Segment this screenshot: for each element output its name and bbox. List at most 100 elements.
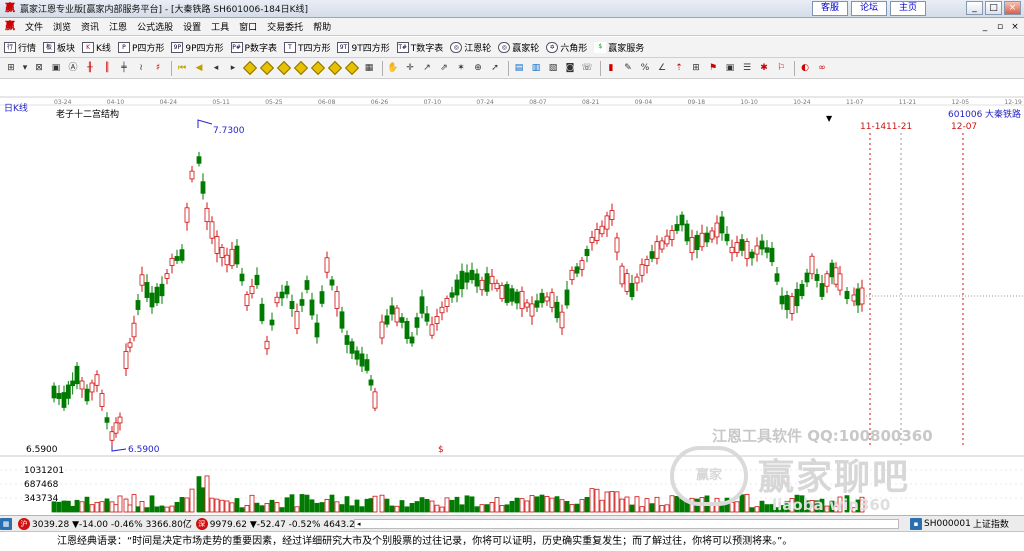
menu-gann[interactable]: 江恩 xyxy=(104,20,132,33)
volume-bar xyxy=(734,501,740,513)
percent-icon[interactable]: % xyxy=(638,61,652,75)
red-bar-icon[interactable]: ▮ xyxy=(604,61,618,75)
signal-icon[interactable]: ⚑ xyxy=(706,61,720,75)
toolbar-p-square[interactable]: P P四方形 xyxy=(117,41,164,54)
diamond-down-icon[interactable] xyxy=(259,60,275,76)
channel-tool-icon[interactable]: ⇗ xyxy=(437,61,451,75)
menu-formula-screen[interactable]: 公式选股 xyxy=(132,20,178,33)
current-index[interactable]: ▪ SH000001 上证指数 xyxy=(910,517,1009,530)
home-link[interactable]: 主页 xyxy=(890,1,926,16)
text-tool-icon[interactable]: Ⓐ xyxy=(66,61,80,75)
close-button[interactable]: × xyxy=(1004,1,1021,15)
save-icon[interactable]: ▥ xyxy=(529,61,543,75)
layout-icon[interactable]: ▣ xyxy=(723,61,737,75)
indicator-dropdown-icon[interactable]: ▼ xyxy=(826,114,833,123)
wave-tool-icon[interactable]: ≀ xyxy=(134,61,148,75)
volume-bar xyxy=(79,501,85,513)
grid2-icon[interactable]: ⊞ xyxy=(689,61,703,75)
customer-service-link[interactable]: 客服 xyxy=(812,1,848,16)
diamond-reset-icon[interactable] xyxy=(344,60,360,76)
sh-index-ticker[interactable]: 沪 3039.28 ▼-14.00 -0.46% 3366.80亿 xyxy=(18,517,192,530)
candle-body xyxy=(389,305,395,315)
list-icon[interactable]: ☰ xyxy=(740,61,754,75)
line-tool-icon[interactable]: ╪ xyxy=(117,61,131,75)
mdi-minimize-button[interactable]: _ xyxy=(978,20,992,34)
zoom-in-icon[interactable]: ▸ xyxy=(226,61,240,75)
toolbar-9p-square[interactable]: 9P 9P四方形 xyxy=(171,41,224,54)
candle-tool-icon[interactable]: ╫ xyxy=(83,61,97,75)
diamond-expand-icon[interactable] xyxy=(310,60,326,76)
toolbar-hexagon[interactable]: ✡ 六角形 xyxy=(546,41,587,54)
star-icon[interactable]: ✱ xyxy=(757,61,771,75)
toolbar-gann-wheel[interactable]: ◎ 江恩轮 xyxy=(450,41,491,54)
current-index-name: 上证指数 xyxy=(972,520,1009,530)
menu-tools[interactable]: 工具 xyxy=(206,20,234,33)
window-tool-icon[interactable]: ▣ xyxy=(49,61,63,75)
maximize-button[interactable]: □ xyxy=(985,1,1002,15)
volume-bar xyxy=(65,500,71,513)
menu-settings[interactable]: 设置 xyxy=(178,20,206,33)
grid-tool-icon[interactable]: ⊠ xyxy=(32,61,46,75)
menu-news[interactable]: 资讯 xyxy=(76,20,104,33)
diamond-shrink-icon[interactable] xyxy=(327,60,343,76)
indicator-label[interactable]: 老子十二宫结构 xyxy=(56,108,119,120)
menu-window[interactable]: 窗口 xyxy=(234,20,262,33)
diamond-up-icon[interactable] xyxy=(242,60,258,76)
toolbar-winner-service[interactable]: $ 赢家服务 xyxy=(594,41,644,54)
menu-help[interactable]: 帮助 xyxy=(308,20,336,33)
toolbar-kline[interactable]: K K线 xyxy=(82,41,111,54)
cycle-tool-icon[interactable]: ⊕ xyxy=(471,61,485,75)
volume-bar xyxy=(749,507,755,513)
status-scrollbar[interactable]: ◂ xyxy=(354,519,899,529)
sz-index-ticker[interactable]: 深 9979.62 ▼-52.47 -0.52% 4643.28亿 xyxy=(195,517,370,530)
toolbar-sectors[interactable]: 板板块 xyxy=(43,41,75,54)
candle-body xyxy=(614,237,620,253)
cursor-tool-icon[interactable]: ⊞ xyxy=(4,61,18,75)
volume-bar xyxy=(414,501,420,513)
volume-bar xyxy=(624,496,630,513)
menu-file[interactable]: 文件 xyxy=(20,20,48,33)
bar-tool-icon[interactable]: ║ xyxy=(100,61,114,75)
camera-icon[interactable]: ◙ xyxy=(563,61,577,75)
volume-bar xyxy=(324,499,330,513)
calendar-icon[interactable]: ▤ xyxy=(512,61,526,75)
toolbar-t-table[interactable]: T# T数字表 xyxy=(396,41,443,54)
mdi-close-button[interactable]: × xyxy=(1008,20,1022,34)
menu-browse[interactable]: 浏览 xyxy=(48,20,76,33)
toolbar-p-table[interactable]: P# P数字表 xyxy=(230,41,277,54)
toolbar-t-square[interactable]: T T四方形 xyxy=(283,41,330,54)
infinity-icon[interactable]: ∞ xyxy=(815,61,829,75)
arrow-tool-icon[interactable]: ➚ xyxy=(488,61,502,75)
separator xyxy=(508,60,509,76)
ball-icon[interactable]: ◐ xyxy=(798,61,812,75)
prev-page-icon[interactable]: ◀ xyxy=(192,61,206,75)
print-icon[interactable]: ▧ xyxy=(546,61,560,75)
zoom-out-icon[interactable]: ◂ xyxy=(209,61,223,75)
hand-tool-icon[interactable]: ✋ xyxy=(386,61,400,75)
first-page-icon[interactable]: ⏮ xyxy=(175,61,189,75)
toolbar-winner-wheel[interactable]: ◎ 赢家轮 xyxy=(498,41,539,54)
angle-icon[interactable]: ∠ xyxy=(655,61,669,75)
toolbar-quotes[interactable]: 行行情 xyxy=(4,41,36,54)
diamond-left-icon[interactable] xyxy=(276,60,292,76)
status-grid-icon[interactable]: ▦ xyxy=(0,517,14,530)
scroll-left-icon[interactable]: ◂ xyxy=(355,520,361,528)
chart-up-icon[interactable]: ⇡ xyxy=(672,61,686,75)
fib-tool-icon[interactable]: ♯ xyxy=(151,61,165,75)
phone-icon[interactable]: ☏ xyxy=(580,61,594,75)
table-tool-icon[interactable]: ▦ xyxy=(362,61,376,75)
mdi-restore-button[interactable]: ▫ xyxy=(993,20,1007,34)
trendline-tool-icon[interactable]: ↗ xyxy=(420,61,434,75)
minimize-button[interactable]: _ xyxy=(966,1,983,15)
chevron-down-icon[interactable]: ▾ xyxy=(21,61,29,75)
crosshair-tool-icon[interactable]: ✛ xyxy=(403,61,417,75)
high-price-label: 7.7300 xyxy=(213,126,245,136)
toolbar-9t-square[interactable]: 9T 9T四方形 xyxy=(337,41,390,54)
diamond-right-icon[interactable] xyxy=(293,60,309,76)
time-axis-tick: 09-18 xyxy=(688,99,706,106)
pen-icon[interactable]: ✎ xyxy=(621,61,635,75)
gann-fan-icon[interactable]: ✶ xyxy=(454,61,468,75)
forum-link[interactable]: 论坛 xyxy=(851,1,887,16)
menu-trade[interactable]: 交易委托 xyxy=(262,20,308,33)
flag-icon[interactable]: ⚐ xyxy=(774,61,788,75)
